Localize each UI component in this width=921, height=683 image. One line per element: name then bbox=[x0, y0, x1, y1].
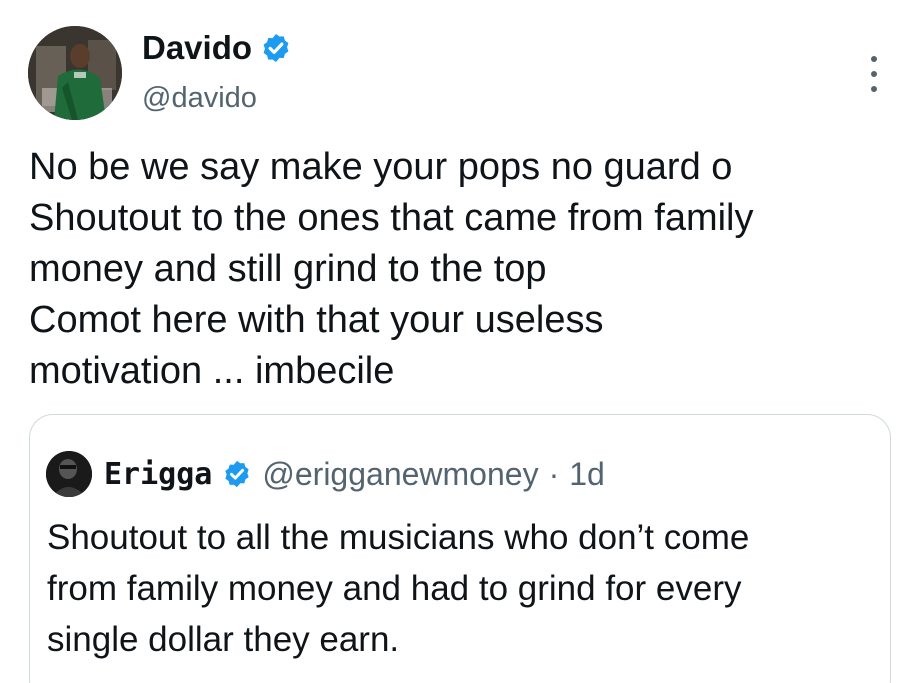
author-handle[interactable]: @davido bbox=[142, 80, 257, 116]
more-dot bbox=[871, 56, 877, 62]
quoted-author-avatar[interactable] bbox=[46, 451, 92, 497]
tweet-text-line: Comot here with that your useless bbox=[29, 299, 604, 341]
quoted-header: Erigga @erigganewmoney · 1d bbox=[104, 451, 605, 497]
more-options-icon[interactable] bbox=[862, 56, 886, 92]
avatar-photo-icon bbox=[46, 451, 92, 497]
verified-badge-icon bbox=[263, 34, 289, 62]
meta-separator: · bbox=[548, 455, 560, 492]
quoted-tweet-text: Shoutout to all the musicians who don’t … bbox=[47, 512, 877, 665]
quoted-timestamp[interactable]: 1d bbox=[569, 456, 605, 493]
tweet-text: No be we say make your pops no guard o S… bbox=[29, 142, 909, 397]
quoted-tweet[interactable]: Erigga @erigganewmoney · 1d Shoutout to … bbox=[29, 414, 891, 683]
avatar-photo-icon bbox=[28, 26, 122, 120]
author-name-row: Davido bbox=[142, 28, 292, 68]
tweet-text-line: money and still grind to the top bbox=[29, 248, 547, 290]
verified-badge-icon bbox=[225, 460, 249, 488]
tweet-text-line: No be we say make your pops no guard o bbox=[29, 146, 733, 188]
author-avatar[interactable] bbox=[28, 26, 122, 120]
quoted-author-handle[interactable]: @erigganewmoney bbox=[262, 456, 538, 493]
more-dot bbox=[871, 86, 877, 92]
tweet-text-line: Shoutout to the ones that came from fami… bbox=[29, 197, 754, 239]
tweet-text-line: motivation ... imbecile bbox=[29, 350, 395, 392]
quoted-text-line: from family money and had to grind for e… bbox=[47, 569, 742, 608]
quoted-author-name[interactable]: Erigga bbox=[104, 457, 212, 492]
author-name[interactable]: Davido bbox=[142, 28, 252, 68]
quoted-text-line: Shoutout to all the musicians who don’t … bbox=[47, 518, 750, 557]
tweet-card: Davido @davido No be we say make your po… bbox=[0, 0, 921, 683]
quoted-text-line: single dollar they earn. bbox=[47, 620, 400, 659]
more-dot bbox=[871, 71, 877, 77]
